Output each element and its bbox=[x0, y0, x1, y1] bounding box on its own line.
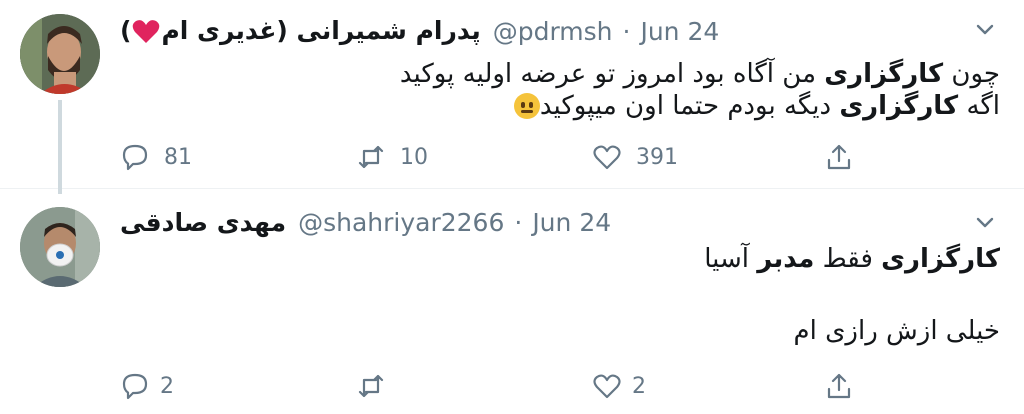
tweet-text: کارگزاری فقط مدبر آسیا خیلی ازش رازی ام bbox=[300, 243, 1000, 347]
user-handle[interactable]: @shahriyar2266 bbox=[298, 208, 504, 237]
tweet-text: چون کارگزاری من آگاه بود امروز تو عرضه ا… bbox=[300, 58, 1000, 122]
separator-dot: · bbox=[622, 16, 631, 46]
like-button[interactable]: 2 bbox=[592, 369, 646, 403]
like-count: 2 bbox=[632, 373, 646, 399]
avatar-photo bbox=[20, 207, 100, 287]
reply-count: 2 bbox=[160, 373, 174, 399]
like-count: 391 bbox=[636, 144, 678, 170]
heart-icon bbox=[593, 145, 621, 170]
tweet-date[interactable]: Jun 24 bbox=[640, 17, 719, 46]
bold-keyword: مدبر bbox=[757, 244, 815, 274]
display-name[interactable]: مهدی صادقی bbox=[120, 208, 286, 237]
text-run: چون bbox=[943, 59, 1000, 89]
tweet-paragraph: خیلی ازش رازی ام bbox=[793, 316, 1000, 346]
retweet-count: 10 bbox=[400, 144, 428, 170]
separator-dot: · bbox=[514, 207, 523, 237]
tweet-date[interactable]: Jun 24 bbox=[532, 208, 611, 237]
display-name-text: پدرام شمیرانی (غدیری ام bbox=[161, 15, 481, 45]
like-button[interactable]: 391 bbox=[592, 140, 678, 174]
text-run: اگه bbox=[958, 91, 1000, 121]
reply-icon bbox=[122, 373, 148, 400]
retweet-button[interactable]: 10 bbox=[356, 140, 428, 174]
tweet-1[interactable]: پدرام شمیرانی (غدیری ام) @pdrmsh · Jun 2… bbox=[0, 0, 1024, 194]
reply-button[interactable]: 2 bbox=[120, 369, 174, 403]
heart-icon bbox=[593, 374, 621, 399]
text-run: فقط bbox=[814, 244, 882, 274]
thread-line bbox=[58, 100, 62, 194]
bold-keyword: کارگزاری bbox=[824, 59, 944, 89]
reply-count: 81 bbox=[164, 144, 192, 170]
tweet-line: چون کارگزاری من آگاه بود امروز تو عرضه ا… bbox=[300, 58, 1000, 90]
tweet-2[interactable]: مهدی صادقی @shahriyar2266 · Jun 24 کارگز… bbox=[0, 188, 1024, 414]
tweet-actions: 2 2 bbox=[120, 369, 860, 403]
text-run: آسیا bbox=[704, 244, 758, 274]
share-button[interactable] bbox=[824, 369, 854, 403]
bold-keyword: کارگزاری bbox=[881, 244, 1000, 274]
chevron-down-icon[interactable] bbox=[972, 209, 998, 235]
neutral-face-icon bbox=[513, 93, 540, 119]
avatar[interactable] bbox=[20, 14, 100, 94]
tweet-actions: 81 10 391 bbox=[120, 140, 860, 174]
share-icon bbox=[827, 144, 851, 170]
share-icon bbox=[827, 373, 851, 399]
tweet-header: پدرام شمیرانی (غدیری ام) @pdrmsh · Jun 2… bbox=[120, 14, 719, 48]
display-name[interactable]: پدرام شمیرانی (غدیری ام) bbox=[120, 16, 481, 47]
red-heart-icon bbox=[133, 19, 160, 43]
avatar-photo bbox=[20, 14, 100, 94]
text-run: من آگاه بود امروز تو عرضه اولیه پوکید bbox=[399, 59, 825, 89]
tweet-paragraph: کارگزاری فقط مدبر آسیا bbox=[300, 243, 1000, 275]
display-name-suffix: ) bbox=[120, 15, 132, 45]
reply-button[interactable]: 81 bbox=[120, 140, 192, 174]
user-handle[interactable]: @pdrmsh bbox=[493, 17, 613, 46]
share-button[interactable] bbox=[824, 140, 854, 174]
retweet-button[interactable] bbox=[356, 369, 400, 403]
tweet-header: مهدی صادقی @shahriyar2266 · Jun 24 bbox=[120, 205, 611, 239]
bold-keyword: کارگزاری bbox=[839, 91, 959, 121]
text-run: دیگه بودم حتما اون میپوکید bbox=[539, 91, 840, 121]
retweet-icon bbox=[358, 145, 384, 169]
chevron-down-icon[interactable] bbox=[972, 16, 998, 42]
tweet-line: اگه کارگزاری دیگه بودم حتما اون میپوکید bbox=[300, 90, 1000, 122]
reply-icon bbox=[122, 144, 148, 171]
retweet-icon bbox=[358, 374, 384, 398]
avatar[interactable] bbox=[20, 207, 100, 287]
